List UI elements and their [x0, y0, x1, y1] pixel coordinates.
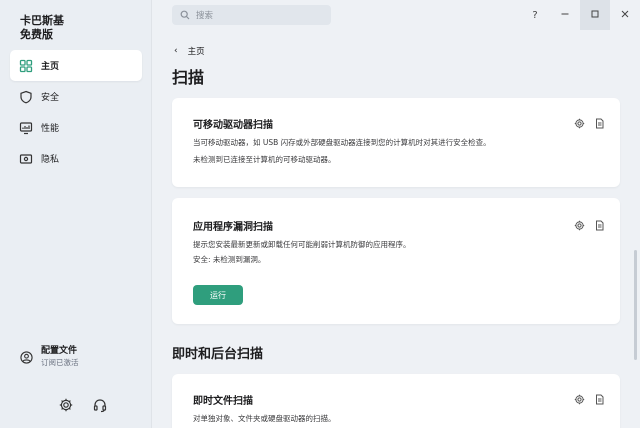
section-title: 即时和后台扫描	[172, 347, 264, 362]
card-actions	[574, 220, 605, 231]
home-icon	[19, 59, 33, 73]
privacy-icon	[19, 152, 33, 166]
sidebar-item-home[interactable]: 主页	[10, 50, 142, 81]
search-input[interactable]: 搜索	[172, 5, 331, 25]
sidebar-nav: 主页 安全 性能 隐私	[10, 50, 142, 174]
card-actions	[574, 394, 605, 405]
sidebar-item-performance[interactable]: 性能	[10, 112, 142, 143]
main-area: 搜索 ? ‹ 主页 扫描 可移动驱动器扫描 当可移动驱动器，如 USB 闪存或外…	[152, 0, 640, 428]
card-description: 当可移动驱动器，如 USB 闪存或外部硬盘驱动器连接到您的计算机时对其进行安全检…	[193, 138, 491, 147]
profile-subtitle: 订阅已激活	[41, 358, 79, 367]
sidebar-item-label: 安全	[41, 93, 60, 103]
report-icon[interactable]	[594, 220, 605, 231]
chevron-left-icon: ‹	[174, 46, 178, 56]
app-name-line1: 卡巴斯基	[20, 14, 64, 27]
card-status: 安全: 未检测到漏洞。	[193, 255, 266, 264]
breadcrumb[interactable]: ‹ 主页	[174, 45, 205, 57]
sidebar-item-label: 隐私	[41, 155, 60, 165]
app-title: 卡巴斯基 免费版	[20, 14, 64, 42]
page-title: 扫描	[172, 68, 205, 87]
close-icon	[620, 9, 630, 22]
report-icon[interactable]	[594, 118, 605, 129]
sidebar-item-label: 性能	[41, 124, 60, 134]
close-button[interactable]	[610, 0, 640, 30]
card-description: 提示您安装最新更新或卸载任何可能削弱计算机防御的应用程序。	[193, 240, 411, 249]
user-icon	[20, 349, 33, 364]
profile-button[interactable]: 配置文件 订阅已激活	[20, 346, 79, 368]
profile-title: 配置文件	[41, 346, 78, 356]
run-button[interactable]: 运行	[193, 285, 243, 305]
minimize-icon	[560, 9, 570, 22]
headset-icon[interactable]	[92, 397, 108, 413]
card-title: 应用程序漏洞扫描	[193, 222, 273, 233]
help-button[interactable]: ?	[520, 0, 550, 30]
sidebar-item-security[interactable]: 安全	[10, 81, 142, 112]
search-placeholder: 搜索	[196, 11, 214, 21]
sidebar-item-privacy[interactable]: 隐私	[10, 143, 142, 174]
shield-icon	[19, 90, 33, 104]
card-title: 即时文件扫描	[193, 396, 253, 407]
card-title: 可移动驱动器扫描	[193, 120, 273, 131]
settings-icon[interactable]	[574, 220, 585, 231]
sidebar-bottom-icons	[58, 397, 108, 413]
sidebar-item-label: 主页	[41, 62, 60, 72]
gear-icon[interactable]	[58, 397, 74, 413]
search-icon	[180, 10, 190, 20]
settings-icon[interactable]	[574, 394, 585, 405]
window-controls: ?	[520, 0, 640, 30]
maximize-button[interactable]	[580, 0, 610, 30]
card-actions	[574, 118, 605, 129]
card-status: 未检测到已连接至计算机的可移动驱动器。	[193, 155, 336, 164]
breadcrumb-label: 主页	[187, 47, 205, 57]
minimize-button[interactable]	[550, 0, 580, 30]
sidebar: 卡巴斯基 免费版 主页 安全 性能 隐私 配置文件 订阅已激活	[0, 0, 152, 428]
help-icon: ?	[532, 9, 538, 21]
scrollbar[interactable]	[634, 250, 637, 360]
report-icon[interactable]	[594, 394, 605, 405]
performance-icon	[19, 121, 33, 135]
settings-icon[interactable]	[574, 118, 585, 129]
card-description: 对单独对象、文件夹或硬盘驱动器的扫描。	[193, 414, 336, 423]
on-demand-file-scan-card: 即时文件扫描 对单独对象、文件夹或硬盘驱动器的扫描。	[172, 374, 620, 428]
maximize-icon	[590, 9, 600, 22]
app-vulnerability-scan-card: 应用程序漏洞扫描 提示您安装最新更新或卸载任何可能削弱计算机防御的应用程序。 安…	[172, 198, 620, 324]
app-name-line2: 免费版	[20, 28, 53, 41]
removable-drive-scan-card: 可移动驱动器扫描 当可移动驱动器，如 USB 闪存或外部硬盘驱动器连接到您的计算…	[172, 98, 620, 187]
